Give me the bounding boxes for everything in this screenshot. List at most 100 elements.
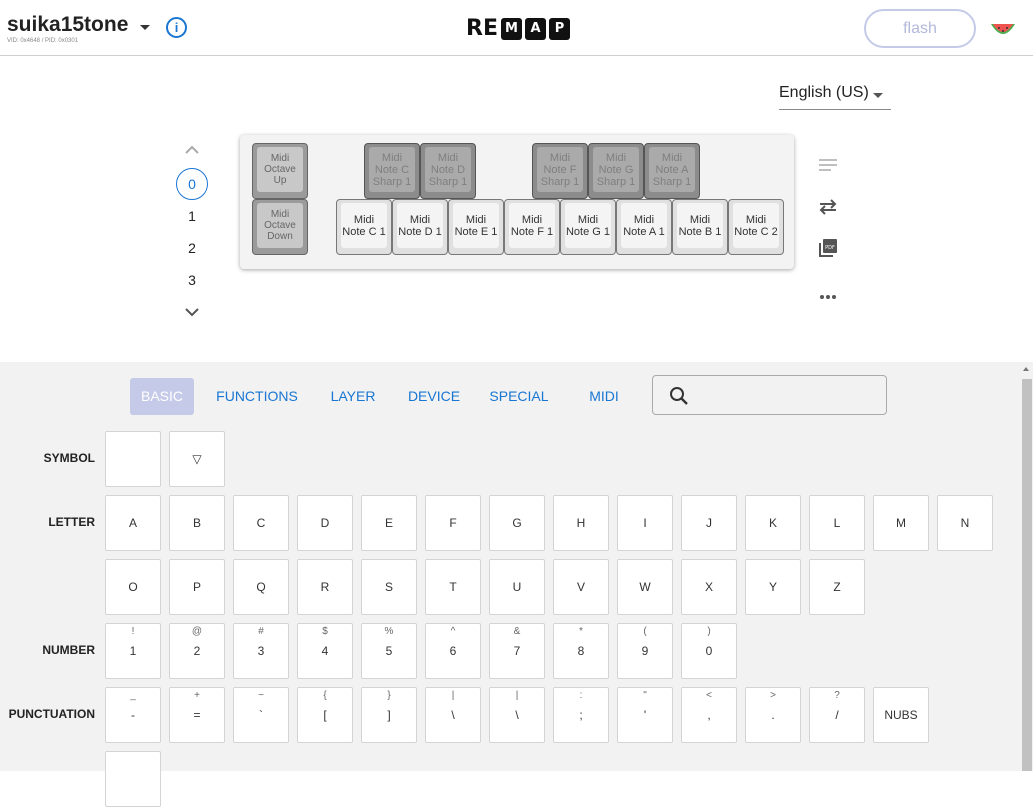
- keycap[interactable]: Midi Note C Sharp 1: [364, 143, 420, 199]
- keycode-key[interactable]: Q: [233, 559, 289, 615]
- pdf-icon[interactable]: PDF: [818, 238, 838, 258]
- keycode-key[interactable]: (9: [617, 623, 673, 679]
- tab-midi[interactable]: MIDI: [576, 378, 632, 415]
- keycode-key[interactable]: A: [105, 495, 161, 551]
- keycode-key[interactable]: ^ 6: [425, 623, 481, 679]
- keycode-key[interactable]: C: [233, 495, 289, 551]
- app-header: suika15tone VID: 0x4648 / PID: 0x0301 i …: [0, 0, 1033, 56]
- keycode-key[interactable]: B: [169, 495, 225, 551]
- keycode-key[interactable]: & 7: [489, 623, 545, 679]
- layer-1-button[interactable]: 1: [176, 200, 208, 232]
- keyboard-name[interactable]: suika15tone: [7, 13, 128, 37]
- keycode-key[interactable]: ▽: [169, 431, 225, 487]
- keycode-key[interactable]: #3: [233, 623, 289, 679]
- keycap[interactable]: Midi Note D 1: [392, 199, 448, 255]
- keycode-key[interactable]: [105, 751, 161, 807]
- keycap[interactable]: Midi Note E 1: [448, 199, 504, 255]
- keycap[interactable]: Midi Note C 1: [336, 199, 392, 255]
- chevron-up-icon[interactable]: [184, 145, 200, 155]
- keycode-key[interactable]: @2: [169, 623, 225, 679]
- search-icon: [670, 387, 688, 405]
- keycap-label: Midi Note E 1: [453, 203, 499, 248]
- tab-basic[interactable]: BASIC: [130, 378, 194, 415]
- notes-icon[interactable]: [818, 155, 838, 175]
- keyboard-layout-select[interactable]: English (US): [779, 84, 891, 110]
- keycode-key[interactable]: | \: [425, 687, 481, 743]
- keycode-key[interactable]: E: [361, 495, 417, 551]
- keycode-key[interactable]: H: [553, 495, 609, 551]
- keycode-key[interactable]: % 5: [361, 623, 417, 679]
- keycode-key[interactable]: S: [361, 559, 417, 615]
- layer-3-button[interactable]: 3: [176, 264, 208, 296]
- keycode-key[interactable]: ? /: [809, 687, 865, 743]
- keycap[interactable]: Midi Note A Sharp 1: [644, 143, 700, 199]
- tab-special[interactable]: SPECIAL: [480, 378, 558, 415]
- keycode-key[interactable]: F: [425, 495, 481, 551]
- tab-layer[interactable]: LAYER: [322, 378, 384, 415]
- keycode-key[interactable]: D: [297, 495, 353, 551]
- keycap[interactable]: Midi Note G Sharp 1: [588, 143, 644, 199]
- tab-functions[interactable]: FUNCTIONS: [208, 378, 306, 415]
- keycode-key[interactable]: <,: [681, 687, 737, 743]
- chevron-down-icon[interactable]: [184, 307, 200, 317]
- keycode-key[interactable]: $4: [297, 623, 353, 679]
- keycode-key[interactable]: | \: [489, 687, 545, 743]
- keycode-key[interactable]: V: [553, 559, 609, 615]
- scrollbar-thumb[interactable]: [1022, 379, 1032, 771]
- keycap[interactable]: Midi Octave Up: [252, 143, 308, 199]
- tab-device[interactable]: DEVICE: [400, 378, 468, 415]
- keycode-key[interactable]: >.: [745, 687, 801, 743]
- more-icon[interactable]: [818, 287, 838, 307]
- keycap[interactable]: Midi Octave Down: [252, 199, 308, 255]
- keycode-key[interactable]: NUBS: [873, 687, 929, 743]
- key-label: N: [960, 516, 970, 530]
- key-label: U: [512, 580, 522, 594]
- layer-2-button[interactable]: 2: [176, 232, 208, 264]
- scroll-up-icon[interactable]: [1023, 367, 1029, 371]
- keycap[interactable]: Midi Note F Sharp 1: [532, 143, 588, 199]
- keycap-label: Midi Note C 1: [341, 203, 387, 248]
- keycode-key[interactable]: W: [617, 559, 673, 615]
- keycode-key[interactable]: O: [105, 559, 161, 615]
- keycode-key[interactable]: :;: [553, 687, 609, 743]
- keycode-key[interactable]: Y: [745, 559, 801, 615]
- keycode-search-input[interactable]: [652, 375, 887, 415]
- keycap[interactable]: Midi Note C 2: [728, 199, 784, 255]
- keycode-key[interactable]: + =: [169, 687, 225, 743]
- keycode-key[interactable]: J: [681, 495, 737, 551]
- swap-icon[interactable]: [818, 197, 838, 217]
- layer-0-button[interactable]: 0: [176, 168, 208, 200]
- keycode-key[interactable]: [105, 431, 161, 487]
- keycode-key[interactable]: X: [681, 559, 737, 615]
- keycode-key[interactable]: P: [169, 559, 225, 615]
- keycode-key[interactable]: }]: [361, 687, 417, 743]
- keycap[interactable]: Midi Note A 1: [616, 199, 672, 255]
- keycode-key[interactable]: L: [809, 495, 865, 551]
- key-label: /: [835, 708, 839, 722]
- keycode-key[interactable]: {[: [297, 687, 353, 743]
- keycap[interactable]: Midi Note F 1: [504, 199, 560, 255]
- keycode-key[interactable]: M: [873, 495, 929, 551]
- keycode-key[interactable]: Z: [809, 559, 865, 615]
- keycap[interactable]: Midi Note D Sharp 1: [420, 143, 476, 199]
- keycode-key[interactable]: G: [489, 495, 545, 551]
- keycode-key[interactable]: ) 0: [681, 623, 737, 679]
- watermelon-icon[interactable]: [989, 14, 1017, 42]
- keyboard-menu-caret-icon[interactable]: [140, 25, 150, 30]
- key-label: \: [451, 708, 455, 722]
- keycode-key[interactable]: I: [617, 495, 673, 551]
- keycode-key[interactable]: ~ `: [233, 687, 289, 743]
- keycode-key[interactable]: R: [297, 559, 353, 615]
- keycode-key[interactable]: T: [425, 559, 481, 615]
- keycode-key[interactable]: K: [745, 495, 801, 551]
- keycode-key[interactable]: N: [937, 495, 993, 551]
- info-icon[interactable]: i: [166, 17, 187, 38]
- keycap[interactable]: Midi Note G 1: [560, 199, 616, 255]
- flash-button[interactable]: flash: [864, 9, 976, 48]
- keycode-key[interactable]: U: [489, 559, 545, 615]
- keycode-key[interactable]: " ': [617, 687, 673, 743]
- keycode-key[interactable]: ! 1: [105, 623, 161, 679]
- keycode-key[interactable]: * 8: [553, 623, 609, 679]
- keycode-key[interactable]: _ -: [105, 687, 161, 743]
- keycap[interactable]: Midi Note B 1: [672, 199, 728, 255]
